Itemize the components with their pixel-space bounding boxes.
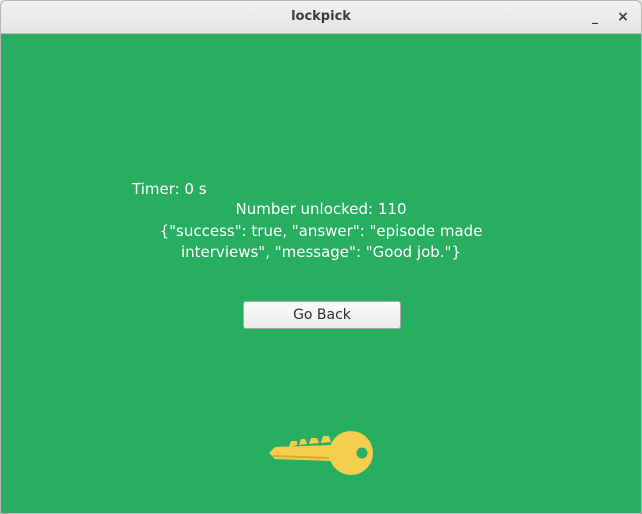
result-message-line-2: interviews", "message": "Good job."} xyxy=(180,243,462,261)
close-button[interactable]: × xyxy=(613,7,633,27)
result-message-line-1: {"success": true, "answer": "episode mad… xyxy=(159,222,483,240)
game-area: Timer: 0 s Number unlocked: 110 {"succes… xyxy=(1,34,641,513)
minimize-button[interactable]: _ xyxy=(585,7,605,27)
unlocked-count-text: Number unlocked: 110 xyxy=(235,200,407,218)
go-back-button[interactable]: Go Back xyxy=(243,301,401,329)
title-bar[interactable]: lockpick _ × xyxy=(1,1,641,34)
key-icon xyxy=(269,431,373,475)
app-window: lockpick _ × Timer: 0 s Number unlocked:… xyxy=(0,0,642,514)
timer-text: Timer: 0 s xyxy=(132,180,207,198)
window-title: lockpick xyxy=(291,9,351,24)
result-message: {"success": true, "answer": "episode mad… xyxy=(151,221,491,263)
